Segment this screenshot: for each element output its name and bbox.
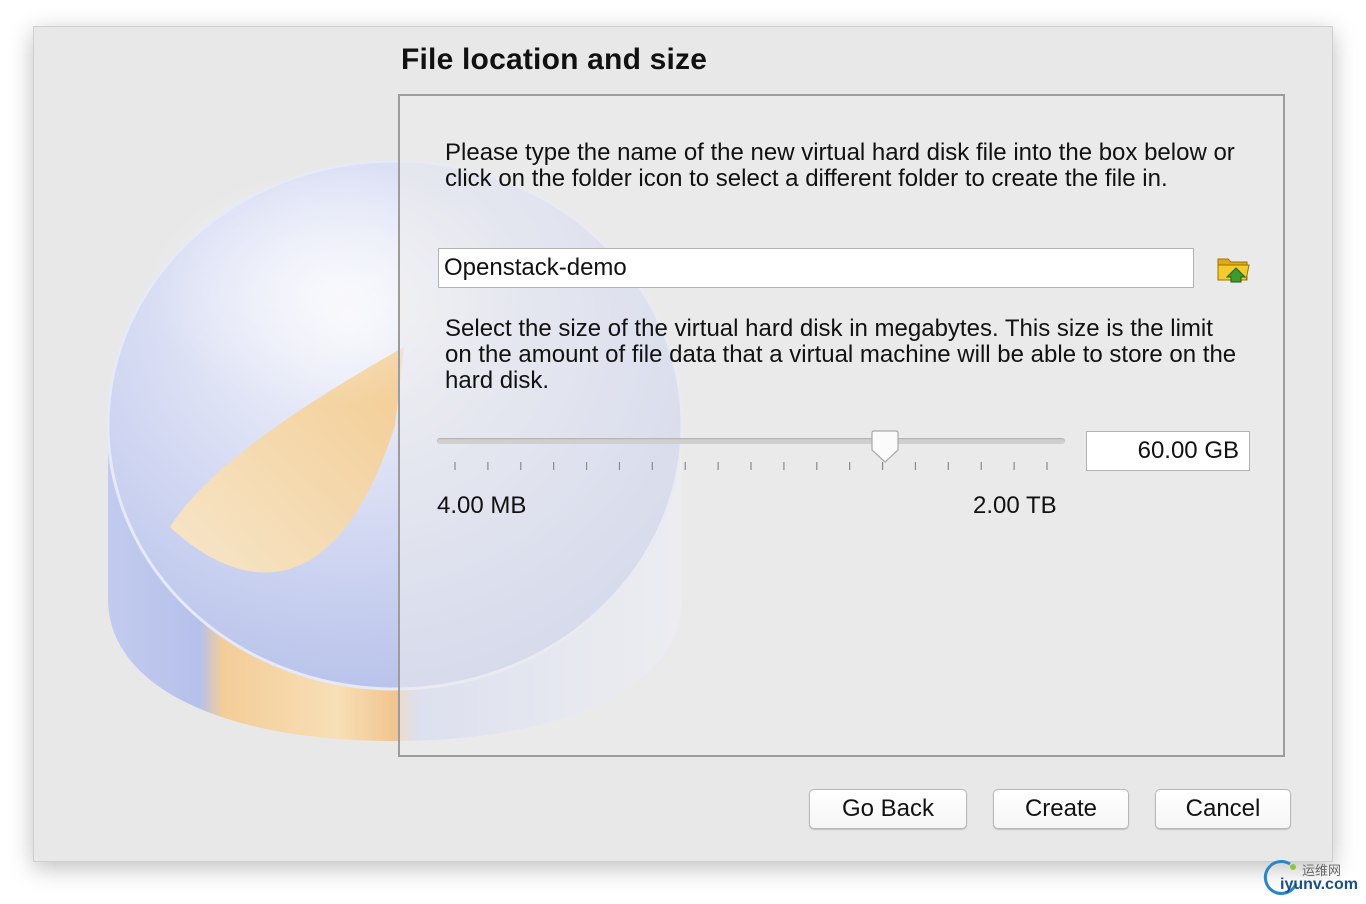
file-name-input[interactable] — [438, 248, 1194, 288]
file-location-description: Please type the name of the new virtual … — [445, 139, 1235, 192]
slider-max-label: 2.00 TB — [973, 492, 1057, 519]
watermark-bottom-text: iyunv.com — [1280, 876, 1358, 893]
wizard-dialog: File location and size Please type the n… — [33, 26, 1333, 862]
content-panel: Please type the name of the new virtual … — [398, 94, 1285, 757]
go-back-button[interactable]: Go Back — [809, 789, 967, 829]
disk-size-description: Select the size of the virtual hard disk… — [445, 315, 1237, 394]
disk-size-input[interactable] — [1086, 431, 1250, 471]
page-title: File location and size — [401, 43, 708, 76]
slider-track[interactable] — [437, 438, 1065, 444]
create-button[interactable]: Create — [993, 789, 1129, 829]
slider-ticks — [454, 462, 1048, 470]
choose-folder-button[interactable] — [1216, 252, 1252, 286]
folder-open-icon — [1217, 258, 1250, 283]
slider-min-label: 4.00 MB — [437, 492, 527, 519]
cancel-button[interactable]: Cancel — [1155, 789, 1291, 829]
disk-size-slider[interactable] — [437, 426, 1067, 476]
slider-thumb[interactable] — [869, 430, 901, 464]
watermark: 运维网 iyunv.com — [1262, 858, 1362, 898]
